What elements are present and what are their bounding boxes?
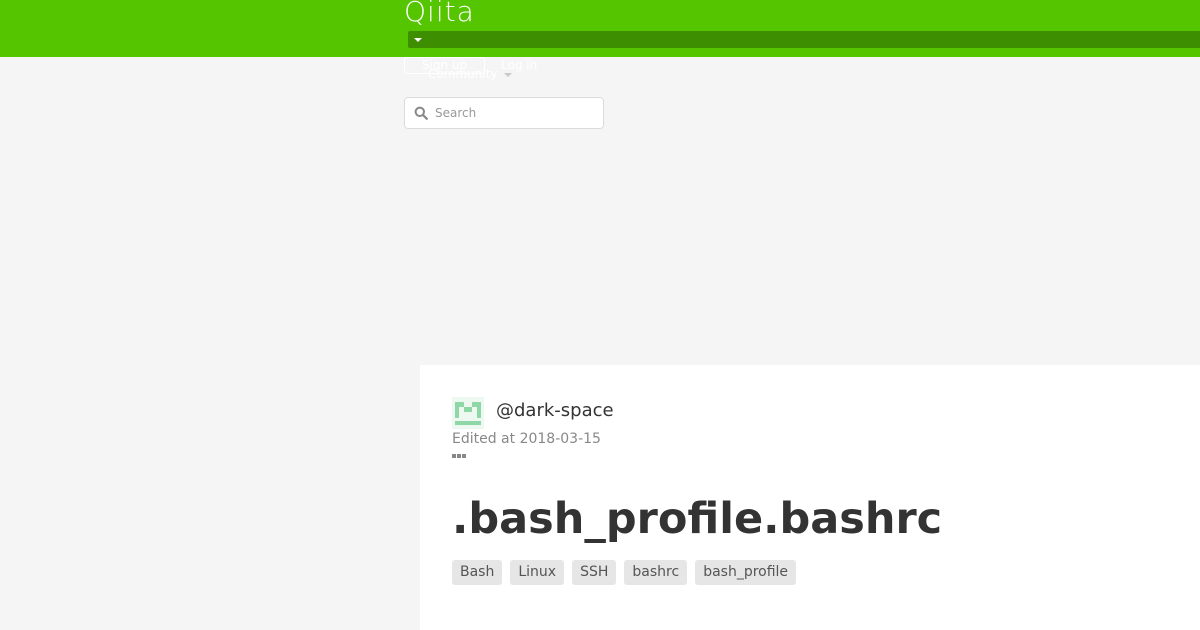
community-menu[interactable]: Community — [428, 67, 497, 82]
site-header — [0, 0, 1200, 57]
search-icon — [414, 106, 428, 120]
author-name[interactable]: @dark-space — [496, 400, 614, 422]
chevron-down-icon[interactable] — [414, 38, 422, 42]
more-options-icon[interactable] — [452, 454, 468, 462]
community-nav-bar[interactable] — [408, 31, 1200, 48]
user-avatar[interactable] — [452, 397, 484, 429]
login-link[interactable]: Log in — [501, 58, 537, 73]
search-input[interactable] — [435, 102, 595, 124]
tag-item[interactable]: Bash — [452, 560, 503, 585]
tag-item[interactable]: SSH — [572, 560, 617, 585]
chevron-down-icon[interactable] — [504, 73, 512, 77]
tag-item[interactable]: Linux — [510, 560, 565, 585]
qiita-logo[interactable]: Qiita — [404, 0, 475, 28]
tag-item[interactable]: bash_profile — [695, 560, 797, 585]
search-box[interactable] — [404, 97, 604, 129]
article-title: .bash_profile.bashrc — [452, 494, 943, 544]
tag-item[interactable]: bashrc — [624, 560, 688, 585]
tag-list: Bash Linux SSH bashrc bash_profile — [452, 560, 797, 585]
edited-date: Edited at 2018-03-15 — [452, 431, 601, 447]
article-card: @dark-space Edited at 2018-03-15 .bash_p… — [420, 365, 1200, 630]
